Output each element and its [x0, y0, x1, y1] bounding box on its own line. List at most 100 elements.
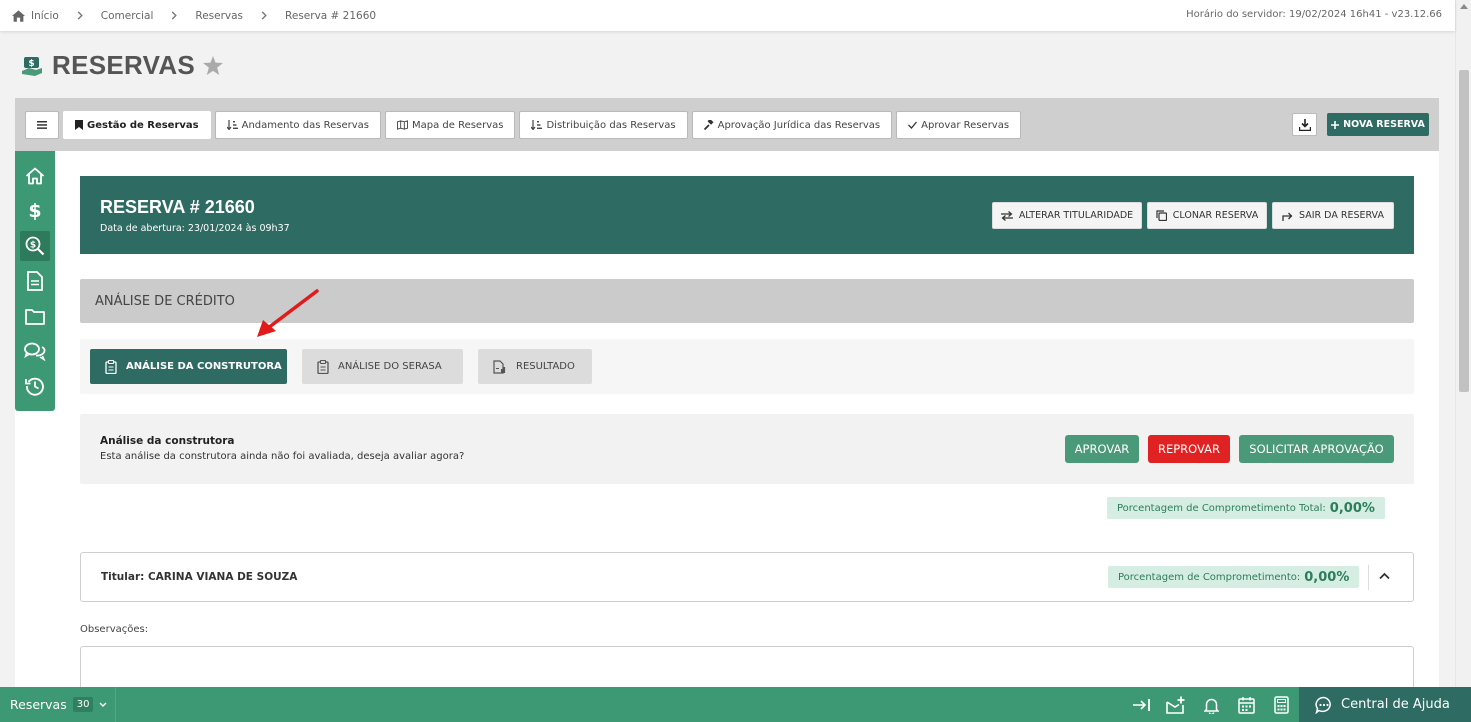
scrollbar[interactable]	[1455, 0, 1471, 687]
svg-text:$: $	[30, 241, 36, 251]
aprovar-button[interactable]: APROVAR	[1065, 435, 1139, 463]
home-icon[interactable]	[12, 9, 25, 22]
nav-comentarios[interactable]	[20, 336, 50, 366]
tab-list: Gestão de Reservas Andamento das Reserva…	[25, 111, 1022, 139]
top-bar: Início Comercial Reservas Reserva # 2166…	[0, 0, 1455, 31]
central-ajuda-button[interactable]: Central de Ajuda	[1299, 687, 1471, 722]
total-commitment-badge: Porcentagem de Comprometimento Total: 0,…	[1107, 497, 1385, 519]
tab-label: Gestão de Reservas	[87, 119, 199, 131]
star-icon[interactable]	[203, 56, 223, 75]
download-icon	[1298, 118, 1311, 131]
tab-label: RESULTADO	[516, 361, 575, 372]
reservas-label: Reservas	[10, 697, 67, 712]
envelope-plus-icon	[1166, 696, 1186, 714]
chevron-right-icon	[171, 11, 178, 20]
tab-andamento-reservas[interactable]: Andamento das Reservas	[214, 111, 381, 139]
tab-label: Mapa de Reservas	[411, 119, 504, 131]
reserva-title: RESERVA # 21660	[100, 197, 255, 217]
scroll-thumb[interactable]	[1459, 70, 1469, 392]
total-commitment-value: 0,00%	[1329, 500, 1375, 516]
money-hand-icon: $	[20, 54, 44, 78]
nav-home[interactable]	[20, 161, 50, 191]
nav-documentos[interactable]	[20, 266, 50, 296]
comments-icon	[24, 342, 46, 361]
document-icon	[27, 271, 43, 291]
reservas-counter[interactable]: Reservas 30	[0, 687, 116, 722]
calculator-button[interactable]	[1271, 695, 1291, 715]
home-icon	[25, 167, 45, 185]
page-header: $ RESERVAS	[20, 50, 223, 81]
svg-text:$: $	[28, 59, 34, 69]
check-icon	[908, 121, 918, 129]
notifications-button[interactable]	[1201, 695, 1221, 715]
analise-title: Análise da construtora	[100, 435, 235, 447]
folder-icon	[25, 308, 45, 325]
nova-reserva-button[interactable]: NOVA RESERVA	[1327, 113, 1429, 136]
sair-reserva-button[interactable]: SAIR DA RESERVA	[1272, 202, 1394, 229]
exchange-icon	[1000, 210, 1013, 221]
tab-resultado[interactable]: RESULTADO	[478, 349, 592, 384]
sort-icon	[531, 120, 543, 130]
share-arrow-icon	[1282, 211, 1293, 221]
nav-analise-credito[interactable]: $	[20, 231, 50, 261]
section-title: ANÁLISE DE CRÉDITO	[95, 294, 235, 309]
tab-analise-serasa[interactable]: ANÁLISE DO SERASA	[302, 349, 463, 384]
clipboard-icon	[317, 359, 329, 374]
alterar-titularidade-button[interactable]: ALTERAR TITULARIDADE	[992, 202, 1142, 229]
collapse-right-button[interactable]	[1131, 695, 1151, 715]
nav-arquivos[interactable]	[20, 301, 50, 331]
chat-icon	[1315, 696, 1333, 714]
file-chart-icon	[493, 359, 507, 374]
server-time: Horário do servidor: 19/02/2024 16h41 - …	[1186, 9, 1442, 20]
tab-analise-construtora[interactable]: ANÁLISE DA CONSTRUTORA	[90, 349, 287, 384]
chevron-right-icon	[77, 11, 83, 20]
side-nav: $ $	[15, 151, 55, 411]
mail-notifications-button[interactable]	[1166, 695, 1186, 715]
nav-historico[interactable]	[20, 371, 50, 401]
analise-text: Esta análise da construtora ainda não fo…	[100, 451, 465, 462]
tab-mapa-reservas[interactable]: Mapa de Reservas	[384, 111, 516, 139]
chevron-up-icon[interactable]	[1379, 572, 1390, 580]
arrow-to-right-icon	[1132, 698, 1151, 712]
breadcrumb-item-reservas[interactable]: Reservas	[195, 10, 243, 22]
tab-gestao-reservas[interactable]: Gestão de Reservas	[63, 111, 211, 139]
breadcrumb: Início Comercial Reservas Reserva # 2166…	[12, 10, 376, 22]
scroll-up-arrow[interactable]	[1460, 4, 1468, 9]
breadcrumb-item-inicio[interactable]: Início	[31, 10, 59, 22]
clonar-reserva-button[interactable]: CLONAR RESERVA	[1147, 202, 1267, 229]
clonar-reserva-label: CLONAR RESERVA	[1172, 210, 1259, 221]
titular-card[interactable]: Titular: CARINA VIANA DE SOUZA Porcentag…	[80, 552, 1414, 602]
nova-reserva-label: NOVA RESERVA	[1343, 119, 1425, 130]
bookmark-icon	[75, 120, 83, 130]
history-icon	[25, 376, 45, 396]
nav-financeiro[interactable]: $	[20, 196, 50, 226]
download-button[interactable]	[1292, 113, 1317, 136]
tab-label: Distribuição das Reservas	[546, 119, 676, 131]
tab-distribuicao-reservas[interactable]: Distribuição das Reservas	[519, 111, 688, 139]
chevron-right-icon	[261, 11, 267, 20]
tab-label: ANÁLISE DA CONSTRUTORA	[126, 361, 282, 372]
red-arrow-annotation	[250, 287, 322, 343]
reprovar-button[interactable]: REPROVAR	[1148, 435, 1230, 463]
breadcrumb-item-reserva[interactable]: Reserva # 21660	[285, 10, 376, 22]
map-icon	[396, 120, 408, 130]
svg-text:$: $	[28, 201, 41, 221]
tab-label: ANÁLISE DO SERASA	[338, 361, 442, 372]
total-commitment-label: Porcentagem de Comprometimento Total:	[1117, 502, 1326, 514]
calculator-icon	[1273, 696, 1289, 714]
analise-construtora-card: Análise da construtora Esta análise da c…	[80, 414, 1414, 484]
tab-aprovar-reservas[interactable]: Aprovar Reservas	[896, 111, 1022, 139]
sort-icon	[226, 120, 238, 130]
observacoes-label: Observações:	[80, 624, 149, 635]
chevron-down-icon	[99, 702, 107, 708]
commitment-label: Porcentagem de Comprometimento:	[1118, 571, 1301, 583]
tab-aprovacao-juridica[interactable]: Aprovação Jurídica das Reservas	[691, 111, 893, 139]
solicitar-aprovacao-button[interactable]: SOLICITAR APROVAÇÃO	[1239, 435, 1394, 463]
bell-icon	[1203, 697, 1219, 714]
reserva-opening-date: Data de abertura: 23/01/2024 às 09h37	[100, 223, 290, 234]
hamburger-icon	[37, 121, 47, 129]
menu-button[interactable]	[25, 111, 59, 139]
breadcrumb-item-comercial[interactable]: Comercial	[101, 10, 154, 22]
calendar-button[interactable]	[1236, 695, 1256, 715]
alterar-titularidade-label: ALTERAR TITULARIDADE	[1018, 210, 1134, 221]
